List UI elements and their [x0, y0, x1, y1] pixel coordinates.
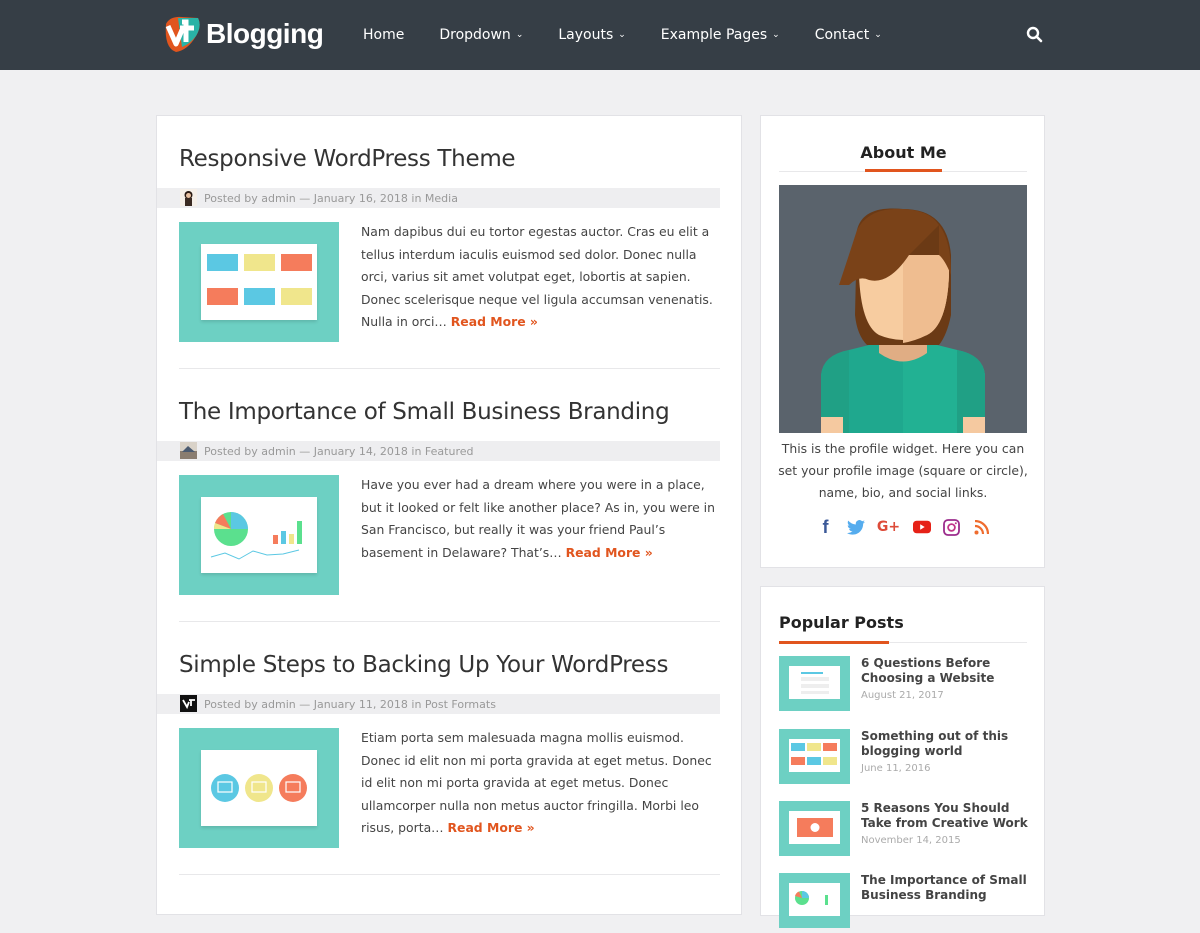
post-meta-text: Posted by admin — January 14, 2018 in: [204, 444, 425, 458]
nav-label: Layouts: [558, 27, 614, 43]
popular-post-thumbnail[interactable]: [779, 656, 850, 711]
post-title[interactable]: Responsive WordPress Theme: [179, 146, 720, 172]
excerpt-text: Etiam porta sem malesuada magna mollis e…: [361, 730, 712, 835]
post-meta-text: Posted by admin — January 16, 2018 in: [204, 191, 425, 205]
post-title[interactable]: Simple Steps to Backing Up Your WordPres…: [179, 652, 720, 678]
excerpt-text: Have you ever had a dream where you were…: [361, 477, 715, 560]
popular-post-item[interactable]: 6 Questions Before Choosing a Website Au…: [779, 656, 1029, 716]
post-excerpt: Nam dapibus dui eu tortor egestas auctor…: [361, 221, 721, 334]
post-meta-text: Posted by admin — January 11, 2018 in: [204, 697, 425, 711]
post-meta: Posted by admin — January 11, 2018 in Po…: [157, 694, 720, 714]
nav-example-pages[interactable]: Example Pages ⌄: [661, 27, 780, 43]
rss-icon[interactable]: [973, 518, 991, 536]
main-nav: Home Dropdown ⌄ Layouts ⌄ Example Pages ⌄ C…: [363, 0, 917, 70]
nav-label: Example Pages: [660, 27, 768, 43]
post-excerpt: Have you ever had a dream where you were…: [361, 474, 721, 564]
widget-title: About Me: [860, 143, 947, 162]
thumbnail-screen: [201, 750, 317, 826]
chevron-down-icon: ⌄: [874, 30, 882, 40]
nav-home[interactable]: Home: [363, 27, 404, 43]
profile-image: [779, 185, 1027, 433]
widget-title: Popular Posts: [779, 613, 904, 632]
read-more-link[interactable]: Read More »: [451, 314, 538, 329]
popular-post-thumbnail[interactable]: [779, 801, 850, 856]
popular-post-date: June 11, 2016: [861, 763, 931, 774]
post-category-link[interactable]: Media: [425, 192, 458, 205]
logo-icon: [160, 14, 204, 54]
nav-dropdown[interactable]: Dropdown ⌄: [439, 27, 523, 43]
search-icon[interactable]: [1025, 25, 1045, 45]
post-title[interactable]: The Importance of Small Business Brandin…: [179, 399, 720, 425]
author-avatar: [180, 442, 197, 459]
nav-layouts[interactable]: Layouts ⌄: [558, 27, 625, 43]
post-list: Responsive WordPress Theme Posted by adm…: [156, 115, 742, 915]
popular-post-title[interactable]: 6 Questions Before Choosing a Website: [861, 656, 1031, 686]
popular-post-title[interactable]: The Importance of Small Business Brandin…: [861, 873, 1031, 903]
read-more-link[interactable]: Read More »: [448, 820, 535, 835]
profile-bio: This is the profile widget. Here you can…: [778, 441, 1028, 500]
widget-title-accent: [779, 641, 889, 644]
facebook-icon[interactable]: f: [817, 517, 835, 537]
popular-post-item[interactable]: 5 Reasons You Should Take from Creative …: [779, 801, 1029, 861]
post-thumbnail[interactable]: [179, 728, 339, 848]
twitter-icon[interactable]: [846, 518, 865, 536]
popular-post-title[interactable]: Something out of this blogging world: [861, 729, 1031, 759]
widget-title-accent: [865, 169, 942, 172]
author-avatar: [180, 189, 197, 206]
google-plus-icon[interactable]: G+: [877, 518, 901, 536]
popular-post-date: November 14, 2015: [861, 835, 961, 846]
post-item: Responsive WordPress Theme Posted by adm…: [157, 146, 720, 369]
popular-post-title[interactable]: 5 Reasons You Should Take from Creative …: [861, 801, 1031, 831]
post-category-link[interactable]: Post Formats: [425, 698, 496, 711]
post-thumbnail[interactable]: [179, 475, 339, 595]
nav-contact[interactable]: Contact ⌄: [815, 27, 882, 43]
nav-label: Home: [363, 27, 405, 43]
post-meta: Posted by admin — January 16, 2018 in Me…: [157, 188, 720, 208]
youtube-icon[interactable]: [912, 518, 931, 536]
instagram-icon[interactable]: [943, 518, 961, 536]
post-divider: [179, 874, 720, 875]
popular-posts-widget: Popular Posts 6 Questions Before Choosin…: [760, 586, 1045, 928]
thumbnail-screen: [201, 244, 317, 320]
thumbnail-screen: [201, 497, 317, 573]
about-me-widget: About Me This is the profile widget. Her…: [760, 115, 1045, 568]
chevron-down-icon: ⌄: [772, 30, 780, 40]
chevron-down-icon: ⌄: [618, 30, 626, 40]
author-avatar: [180, 695, 197, 712]
popular-post-item[interactable]: Something out of this blogging world Jun…: [779, 729, 1029, 789]
site-logo[interactable]: Blogging: [160, 14, 324, 54]
post-thumbnail[interactable]: [179, 222, 339, 342]
post-meta: Posted by admin — January 14, 2018 in Fe…: [157, 441, 720, 461]
popular-post-date: August 21, 2017: [861, 690, 944, 701]
popular-post-item[interactable]: The Importance of Small Business Brandin…: [779, 873, 1029, 933]
site-name: Blogging: [206, 18, 324, 49]
social-links: f G+: [761, 517, 1046, 537]
popular-post-thumbnail[interactable]: [779, 873, 850, 928]
post-category-link[interactable]: Featured: [425, 445, 474, 458]
nav-label: Dropdown: [439, 27, 511, 43]
read-more-link[interactable]: Read More »: [566, 545, 653, 560]
post-item: Simple Steps to Backing Up Your WordPres…: [157, 652, 720, 875]
site-header: Blogging Home Dropdown ⌄ Layouts ⌄ Example…: [0, 0, 1200, 70]
chevron-down-icon: ⌄: [515, 30, 524, 40]
post-item: The Importance of Small Business Brandin…: [157, 399, 720, 622]
post-divider: [179, 368, 720, 369]
nav-label: Contact: [814, 27, 870, 43]
post-excerpt: Etiam porta sem malesuada magna mollis e…: [361, 727, 721, 840]
post-divider: [179, 621, 720, 622]
popular-post-thumbnail[interactable]: [779, 729, 850, 784]
